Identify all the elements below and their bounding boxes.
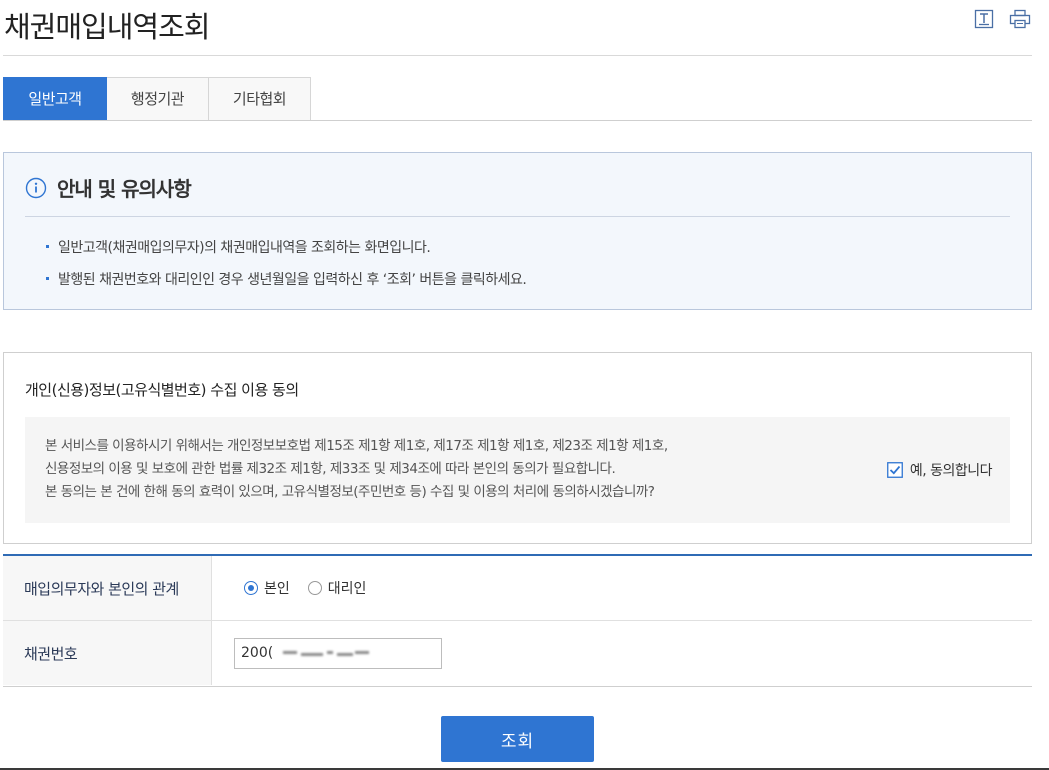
- tab-other-association[interactable]: 기타협회: [209, 77, 311, 121]
- consent-title: 개인(신용)정보(고유식별번호) 수집 이용 동의: [25, 381, 299, 399]
- relation-label: 매입의무자와 본인의 관계: [3, 556, 212, 620]
- relation-row: 매입의무자와 본인의 관계 본인 대리인: [3, 556, 1032, 621]
- notice-item: 일반고객(채권매입의무자)의 채권매입내역을 조회하는 화면입니다.: [44, 237, 526, 257]
- checkbox-checked-icon[interactable]: [886, 462, 903, 478]
- tab-divider: [3, 120, 1032, 121]
- customer-tabs: 일반고객 행정기관 기타협회: [3, 77, 311, 121]
- radio-agent-label[interactable]: 대리인: [328, 578, 367, 598]
- bond-number-cell: 200(: [212, 621, 1032, 685]
- bond-number-row: 채권번호 200(: [3, 621, 1032, 685]
- consent-panel: 개인(신용)정보(고유식별번호) 수집 이용 동의 본 서비스를 이용하시기 위…: [3, 352, 1032, 544]
- notice-divider: [25, 216, 1010, 217]
- radio-self[interactable]: 본인: [244, 578, 290, 598]
- consent-line: 본 서비스를 이용하시기 위해서는 개인정보보호법 제15조 제1항 제1호, …: [45, 438, 668, 454]
- text-size-icon[interactable]: [973, 8, 995, 30]
- masked-value: [283, 649, 373, 657]
- consent-line: 신용정보의 이용 및 보호에 관한 법률 제32조 제1항, 제33조 및 제3…: [45, 461, 616, 477]
- title-toolbar: [973, 8, 1031, 30]
- title-divider: [3, 55, 1032, 56]
- notice-title: 안내 및 유의사항: [57, 177, 192, 201]
- relation-options: 본인 대리인: [212, 556, 1032, 620]
- bond-number-input[interactable]: 200(: [234, 637, 442, 669]
- bond-number-value: 200(: [241, 645, 274, 661]
- radio-selected-icon[interactable]: [244, 581, 258, 595]
- tab-general-customer[interactable]: 일반고객: [3, 77, 107, 121]
- print-icon[interactable]: [1009, 8, 1031, 30]
- radio-self-label[interactable]: 본인: [264, 578, 290, 598]
- agree-label[interactable]: 예, 동의합니다: [910, 460, 993, 480]
- agree-checkbox[interactable]: 예, 동의합니다: [886, 460, 993, 480]
- consent-line: 본 동의는 본 건에 한해 동의 효력이 있으며, 고유식별정보(주민번호 등)…: [45, 484, 655, 500]
- search-form: 매입의무자와 본인의 관계 본인 대리인 채권번호 200(: [3, 554, 1032, 687]
- bond-number-label: 채권번호: [3, 621, 212, 685]
- notice-panel: 안내 및 유의사항 일반고객(채권매입의무자)의 채권매입내역을 조회하는 화면…: [3, 152, 1032, 310]
- search-button[interactable]: 조회: [441, 716, 594, 762]
- notice-list: 일반고객(채권매입의무자)의 채권매입내역을 조회하는 화면입니다. 발행된 채…: [44, 237, 527, 301]
- page-title: 채권매입내역조회: [4, 10, 210, 44]
- info-icon: [25, 177, 47, 198]
- notice-header: 안내 및 유의사항: [25, 173, 192, 202]
- consent-text: 본 서비스를 이용하시기 위해서는 개인정보보호법 제15조 제1항 제1호, …: [45, 435, 668, 504]
- tab-administrative-agency[interactable]: 행정기관: [107, 77, 209, 121]
- radio-agent[interactable]: 대리인: [307, 578, 367, 598]
- notice-item: 발행된 채권번호와 대리인인 경우 생년월일을 입력하신 후 ‘조회’ 버튼을 …: [44, 269, 527, 289]
- radio-unselected-icon[interactable]: [307, 581, 322, 595]
- consent-box: 본 서비스를 이용하시기 위해서는 개인정보보호법 제15조 제1항 제1호, …: [25, 417, 1010, 523]
